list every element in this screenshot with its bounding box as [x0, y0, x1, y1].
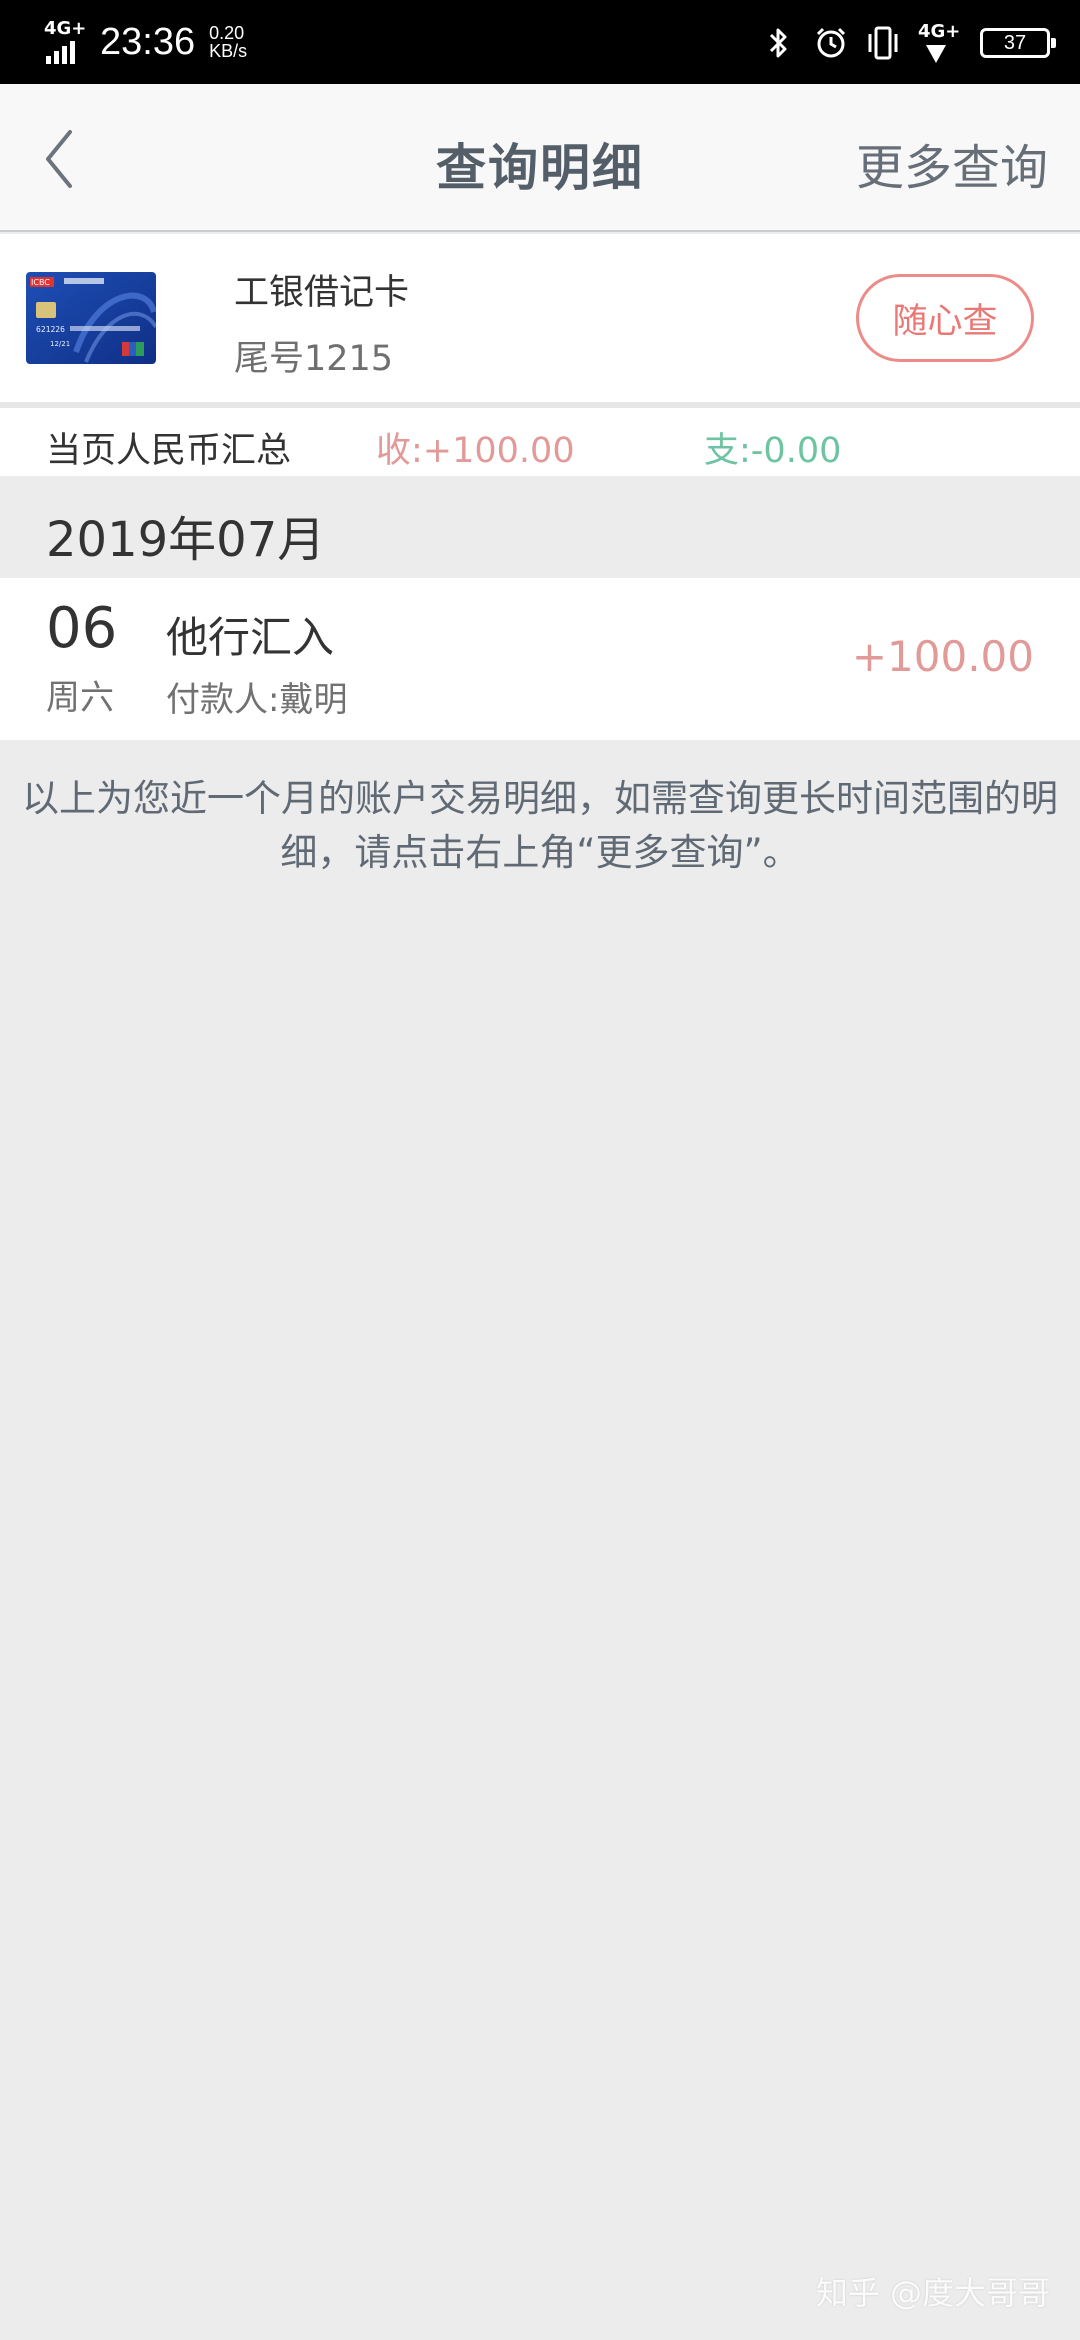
network-type-label: 4G+	[44, 18, 87, 39]
vibrate-icon	[866, 23, 900, 63]
cell-signal-icon: 4G+	[44, 18, 92, 66]
battery-level: 37	[1003, 31, 1027, 54]
summary-income: 收:+100.00	[376, 431, 575, 471]
card-logo-text: ICBC	[31, 278, 50, 287]
month-header: 2019年07月	[0, 476, 1080, 578]
summary-expense: 支:-0.00	[704, 431, 842, 471]
network-speed-unit: KB/s	[209, 41, 248, 61]
watermark: 知乎 @度大哥哥	[815, 2274, 1050, 2312]
transaction-payer: 付款人:戴明	[166, 680, 348, 720]
signal-icon: 4G+	[918, 21, 962, 65]
card-info-row: ICBC 621226 12/21 工银借记卡 尾号1215 随心查	[0, 234, 1080, 402]
card-tail-number: 尾号1215	[234, 339, 394, 379]
quick-query-button[interactable]: 随心查	[856, 274, 1034, 362]
transaction-title: 他行汇入	[166, 613, 335, 662]
alarm-icon	[814, 23, 848, 63]
transaction-weekday: 周六	[46, 678, 114, 718]
status-bar-left: 4G+ 23:36 0.20 KB/s	[44, 16, 247, 68]
network-speed-value: 0.20	[209, 23, 245, 43]
transaction-day: 06	[46, 596, 118, 661]
bank-card-image: ICBC 621226 12/21	[26, 272, 156, 364]
network-type-label-right: 4G+	[918, 21, 961, 42]
card-name: 工银借记卡	[234, 273, 410, 313]
nav-bar: 查询明细 更多查询	[0, 84, 1080, 232]
transaction-row[interactable]: 06 周六 他行汇入 付款人:戴明 +100.00	[0, 578, 1080, 740]
status-bar: 4G+ 23:36 0.20 KB/s 4G+ 37	[0, 0, 1080, 84]
history-note: 以上为您近一个月的账户交易明细，如需查询更长时间范围的明细，请点击右上角“更多查…	[22, 777, 1058, 874]
network-speed: 0.20 KB/s	[209, 24, 247, 60]
transaction-amount: +100.00	[851, 632, 1034, 681]
month-label: 2019年07月	[46, 512, 326, 568]
status-time: 23:36	[100, 20, 196, 63]
battery-icon: 37	[980, 28, 1056, 58]
card-expiry-text: 12/21	[50, 340, 70, 348]
summary-label: 当页人民币汇总	[46, 431, 292, 471]
rmb-summary-row: 当页人民币汇总 收:+100.00 支:-0.00	[0, 408, 1080, 476]
card-number-text: 621226	[36, 325, 65, 334]
more-query-button[interactable]: 更多查询	[856, 128, 1048, 198]
bluetooth-icon	[762, 23, 796, 63]
status-bar-right: 4G+ 37	[762, 18, 1056, 68]
